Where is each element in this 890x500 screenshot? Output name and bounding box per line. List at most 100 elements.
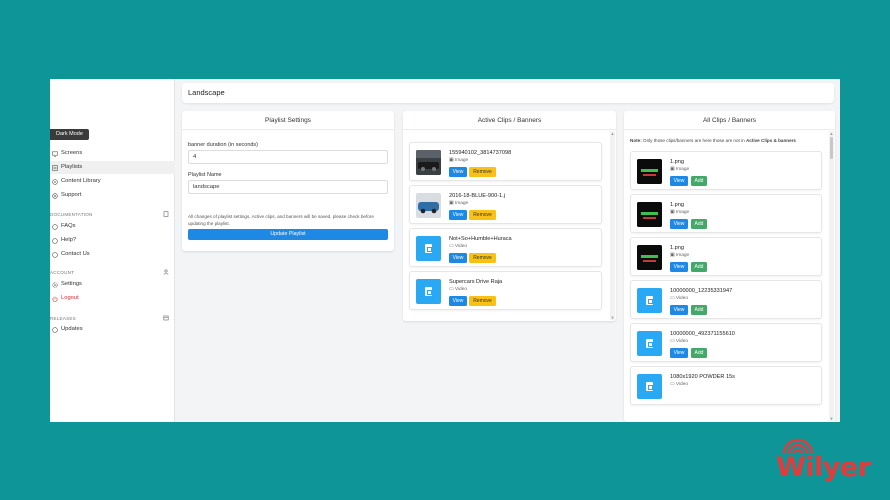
scroll-up-icon[interactable]: ▲ bbox=[829, 131, 834, 136]
list-item: Not+So+Humble+Huraca ▭ Video View Remove bbox=[409, 228, 602, 267]
list-item: 1.png ▣ Image View Add bbox=[630, 194, 822, 233]
clip-name: 155940102_3814737098 bbox=[449, 150, 512, 156]
help-icon bbox=[52, 237, 58, 244]
gear-icon bbox=[52, 281, 58, 288]
add-button[interactable]: Add bbox=[691, 262, 707, 272]
sidebar-item-label: Logout bbox=[61, 295, 79, 301]
releases-section-label: RELEASES bbox=[50, 315, 175, 322]
clip-type: ▭ Video bbox=[670, 296, 689, 301]
power-icon bbox=[52, 296, 58, 302]
panel-title: Active Clips / Banners bbox=[403, 111, 616, 130]
view-button[interactable]: View bbox=[670, 176, 688, 186]
duration-label: banner duration (in seconds) bbox=[188, 142, 259, 148]
clip-name: 1.png bbox=[670, 245, 684, 251]
scroll-thumb[interactable] bbox=[830, 137, 833, 159]
sidebar-item-contact-us[interactable]: Contact Us bbox=[50, 248, 175, 261]
remove-button[interactable]: Remove bbox=[469, 210, 496, 220]
view-button[interactable]: View bbox=[449, 210, 467, 220]
clip-thumbnail bbox=[637, 245, 662, 270]
clip-type: ▣ Image bbox=[670, 210, 690, 215]
clip-thumbnail bbox=[637, 374, 662, 399]
sidebar-item-label: Content Library bbox=[61, 178, 101, 184]
clip-thumbnail bbox=[416, 236, 441, 261]
playlist-name-input[interactable]: landscape bbox=[188, 180, 388, 194]
clip-type: ▭ Video bbox=[449, 244, 468, 249]
clip-name: 1.png bbox=[670, 159, 684, 165]
clip-thumbnail bbox=[637, 159, 662, 184]
book-icon bbox=[163, 211, 169, 218]
clip-type: ▣ Image bbox=[670, 253, 690, 258]
account-section-label: ACCOUNT bbox=[50, 269, 175, 276]
sidebar-item-content-library[interactable]: Content Library bbox=[50, 175, 175, 188]
active-clips-panel: Active Clips / Banners 155940102_3814737… bbox=[403, 111, 616, 321]
clip-name: 10000000_12235331947 bbox=[670, 288, 733, 294]
list-item: 10000000_12235331947 ▭ Video View Add bbox=[630, 280, 822, 319]
clip-type: ▭ Video bbox=[670, 339, 689, 344]
add-button[interactable]: Add bbox=[691, 219, 707, 229]
add-button[interactable]: Add bbox=[691, 176, 707, 186]
list-item: 10000000_492371155610 ▭ Video View Add bbox=[630, 323, 822, 362]
support-icon bbox=[52, 192, 58, 199]
scroll-down-icon[interactable]: ▼ bbox=[829, 416, 834, 421]
note-text: Only those clips/banners are here those … bbox=[643, 138, 745, 143]
app-window: Dark Mode Screens Playlists Content Libr… bbox=[50, 79, 840, 422]
scrollbar[interactable]: ▲ ▼ bbox=[829, 131, 834, 421]
view-button[interactable]: View bbox=[449, 167, 467, 177]
all-clips-panel: All Clips / Banners Note: Only those cli… bbox=[624, 111, 835, 422]
monitor-icon bbox=[52, 151, 58, 157]
duration-input[interactable]: 4 bbox=[188, 150, 388, 164]
panel-title: All Clips / Banners bbox=[624, 111, 835, 130]
clip-thumbnail bbox=[416, 150, 441, 175]
sidebar-item-settings[interactable]: Settings bbox=[50, 278, 175, 291]
dark-mode-toggle[interactable]: Dark Mode bbox=[50, 129, 89, 140]
clip-type: ▭ Video bbox=[449, 287, 468, 292]
all-clips-note: Note: Only those clips/banners are here … bbox=[630, 138, 796, 143]
file-icon bbox=[646, 339, 653, 348]
sidebar-item-help[interactable]: Help? bbox=[50, 234, 175, 247]
playlist-icon bbox=[52, 164, 58, 171]
view-button[interactable]: View bbox=[670, 219, 688, 229]
scroll-down-icon[interactable]: ▼ bbox=[610, 315, 615, 320]
clip-name: 10000000_492371155610 bbox=[670, 331, 735, 337]
sidebar-item-support[interactable]: Support bbox=[50, 189, 175, 202]
sidebar-item-updates[interactable]: Updates bbox=[50, 323, 175, 336]
view-button[interactable]: View bbox=[449, 253, 467, 263]
section-title: ACCOUNT bbox=[50, 270, 75, 275]
panel-title: Playlist Settings bbox=[182, 111, 394, 130]
logo-text: Wilyer bbox=[776, 452, 871, 483]
sidebar-item-faqs[interactable]: FAQs bbox=[50, 220, 175, 233]
view-button[interactable]: View bbox=[449, 296, 467, 306]
file-icon bbox=[425, 287, 432, 296]
remove-button[interactable]: Remove bbox=[469, 253, 496, 263]
package-icon bbox=[163, 315, 169, 322]
sidebar-item-logout[interactable]: Logout bbox=[50, 292, 175, 305]
sidebar-item-label: Contact Us bbox=[61, 251, 90, 257]
file-icon bbox=[425, 244, 432, 253]
scrollbar[interactable]: ▲ ▼ bbox=[610, 131, 615, 320]
scroll-up-icon[interactable]: ▲ bbox=[610, 131, 615, 136]
remove-button[interactable]: Remove bbox=[469, 167, 496, 177]
update-playlist-button[interactable]: Update Playlist bbox=[188, 229, 388, 240]
clip-thumbnail bbox=[416, 279, 441, 304]
section-title: DOCUMENTATION bbox=[50, 212, 93, 217]
view-button[interactable]: View bbox=[670, 262, 688, 272]
note-prefix: Note: bbox=[630, 138, 642, 143]
sidebar-item-playlists[interactable]: Playlists bbox=[50, 161, 175, 174]
clip-thumbnail bbox=[637, 331, 662, 356]
documentation-section-label: DOCUMENTATION bbox=[50, 211, 175, 218]
add-button[interactable]: Add bbox=[691, 348, 707, 358]
section-title: RELEASES bbox=[50, 316, 76, 321]
add-button[interactable]: Add bbox=[691, 305, 707, 315]
playlist-name-label: Playlist Name bbox=[188, 172, 222, 178]
sidebar-item-screens[interactable]: Screens bbox=[50, 147, 175, 160]
remove-button[interactable]: Remove bbox=[469, 296, 496, 306]
sidebar-item-label: Settings bbox=[61, 281, 82, 287]
view-button[interactable]: View bbox=[670, 305, 688, 315]
view-button[interactable]: View bbox=[670, 348, 688, 358]
question-icon bbox=[52, 223, 58, 230]
clip-thumbnail bbox=[416, 193, 441, 218]
wilyer-logo: Wilyer bbox=[776, 438, 876, 490]
sidebar-item-label: Help? bbox=[61, 237, 77, 243]
sidebar-item-label: Playlists bbox=[61, 164, 83, 170]
clip-type: ▣ Image bbox=[449, 201, 469, 206]
